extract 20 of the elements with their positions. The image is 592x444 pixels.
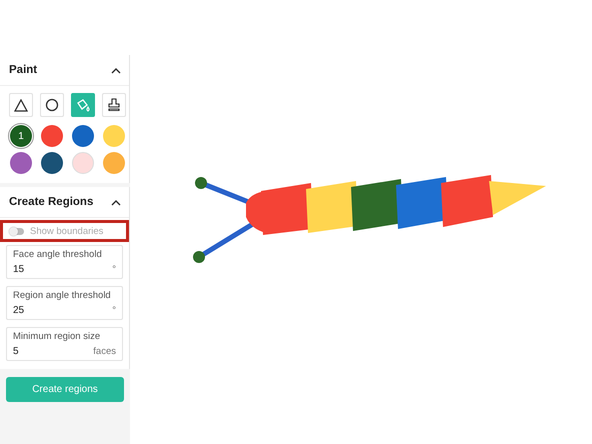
input-field[interactable]: Face angle threshold 15 ° xyxy=(6,245,123,279)
input-field[interactable]: Region angle threshold 25 ° xyxy=(6,286,123,320)
circle-icon xyxy=(45,98,59,112)
stamp-icon xyxy=(107,98,121,112)
color-swatch[interactable] xyxy=(103,152,125,174)
input-field[interactable]: Minimum region size 5 faces xyxy=(6,327,123,361)
color-swatch[interactable] xyxy=(41,125,63,147)
paint-bucket-icon xyxy=(76,98,90,112)
color-swatch[interactable] xyxy=(41,152,63,174)
color-swatch[interactable]: 1 xyxy=(10,125,32,147)
color-swatch[interactable] xyxy=(103,125,125,147)
triangle-icon xyxy=(14,98,28,112)
toggle-label: Show boundaries xyxy=(30,226,104,236)
color-swatch[interactable] xyxy=(72,152,94,174)
color-swatch[interactable] xyxy=(10,152,32,174)
chevron-icon[interactable] xyxy=(111,198,121,206)
panel-title: Create Regions xyxy=(9,196,94,208)
panel-title: Paint xyxy=(9,64,38,76)
color-swatch[interactable] xyxy=(72,125,94,147)
chevron-icon[interactable] xyxy=(111,66,121,74)
